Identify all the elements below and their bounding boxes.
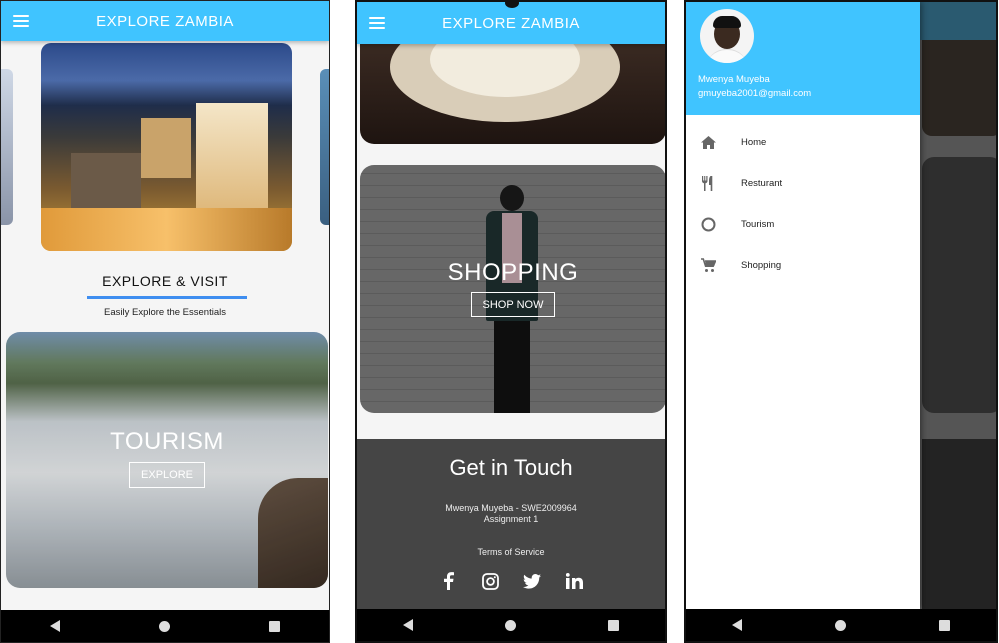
carousel-prev-image[interactable] bbox=[1, 69, 13, 225]
back-icon[interactable] bbox=[50, 620, 61, 632]
drawer-item-restaurant[interactable]: Resturant bbox=[686, 168, 920, 198]
system-nav-bar bbox=[1, 610, 329, 642]
shopping-card[interactable]: SHOPPING SHOP NOW bbox=[360, 165, 665, 413]
app-bar: EXPLORE ZAMBIA bbox=[357, 2, 665, 44]
avatar[interactable] bbox=[700, 9, 754, 63]
system-nav-bar bbox=[357, 609, 665, 641]
dimmed-footer bbox=[922, 439, 996, 611]
home-icon bbox=[700, 134, 716, 150]
twitter-icon[interactable] bbox=[522, 571, 542, 591]
footer: Get in Touch Mwenya Muyeba - SWE2009964 … bbox=[357, 439, 665, 611]
terms-link[interactable]: Terms of Service bbox=[357, 547, 665, 557]
phone-screen-drawer: Mwenya Muyeba gmuyeba2001@gmail.com Home… bbox=[684, 0, 998, 643]
section-title: EXPLORE & VISIT bbox=[102, 273, 228, 289]
circle-icon bbox=[700, 216, 716, 232]
tourism-card[interactable]: TOURISM EXPLORE bbox=[6, 332, 328, 588]
drawer-item-label: Resturant bbox=[741, 177, 783, 189]
drawer-header: Mwenya Muyeba gmuyeba2001@gmail.com bbox=[686, 2, 920, 115]
system-nav-bar bbox=[686, 609, 996, 641]
drawer-item-label: Home bbox=[741, 136, 767, 148]
drawer-item-tourism[interactable]: Tourism bbox=[686, 209, 920, 239]
section-subtitle: Easily Explore the Essentials bbox=[104, 307, 226, 318]
instagram-icon[interactable] bbox=[480, 571, 500, 591]
carousel-image-city[interactable] bbox=[41, 43, 292, 251]
app-bar: EXPLORE ZAMBIA bbox=[1, 1, 329, 41]
footer-assignment: Assignment 1 bbox=[483, 514, 539, 524]
dimmed-card bbox=[922, 157, 996, 413]
restaurant-card[interactable] bbox=[360, 42, 665, 144]
footer-author: Mwenya Muyeba - SWE2009964 bbox=[445, 503, 577, 513]
navigation-drawer: Mwenya Muyeba gmuyeba2001@gmail.com Home… bbox=[686, 2, 920, 609]
footer-heading: Get in Touch bbox=[449, 455, 573, 480]
menu-icon[interactable] bbox=[369, 17, 385, 29]
home-nav-icon[interactable] bbox=[834, 619, 846, 631]
back-icon[interactable] bbox=[403, 619, 413, 631]
dimmed-card bbox=[922, 40, 996, 136]
recents-icon[interactable] bbox=[608, 619, 619, 631]
app-title: EXPLORE ZAMBIA bbox=[442, 14, 580, 32]
user-name: Mwenya Muyeba bbox=[698, 74, 770, 85]
home-nav-icon[interactable] bbox=[158, 620, 170, 632]
app-title: EXPLORE ZAMBIA bbox=[96, 12, 234, 30]
linkedin-icon[interactable] bbox=[564, 571, 584, 591]
menu-icon[interactable] bbox=[13, 15, 29, 27]
drawer-item-label: Shopping bbox=[741, 259, 782, 271]
drawer-item-label: Tourism bbox=[741, 218, 775, 230]
phone-screen-scrolled: EXPLORE ZAMBIA SHOPPING SHOP NOW Get in … bbox=[355, 0, 667, 643]
drawer-item-shopping[interactable]: Shopping bbox=[686, 250, 920, 280]
user-email: gmuyeba2001@gmail.com bbox=[698, 88, 812, 99]
shop-now-button[interactable]: SHOP NOW bbox=[471, 292, 555, 317]
cart-icon bbox=[700, 257, 716, 273]
explore-button[interactable]: EXPLORE bbox=[129, 462, 205, 488]
tourism-card-title: TOURISM bbox=[110, 428, 224, 455]
drawer-item-home[interactable]: Home bbox=[686, 127, 920, 157]
back-icon[interactable] bbox=[732, 619, 743, 631]
home-nav-icon[interactable] bbox=[505, 619, 516, 631]
section-underline bbox=[87, 296, 247, 299]
facebook-icon[interactable] bbox=[438, 571, 458, 591]
social-links bbox=[357, 571, 665, 591]
recents-icon[interactable] bbox=[268, 620, 280, 632]
recents-icon[interactable] bbox=[938, 619, 950, 631]
shopping-card-title: SHOPPING bbox=[447, 259, 579, 286]
phone-screen-home: EXPLORE ZAMBIA EXPLORE & VISIT Easily Ex… bbox=[0, 0, 330, 643]
restaurant-icon bbox=[700, 175, 716, 191]
carousel-next-image[interactable] bbox=[320, 69, 329, 225]
